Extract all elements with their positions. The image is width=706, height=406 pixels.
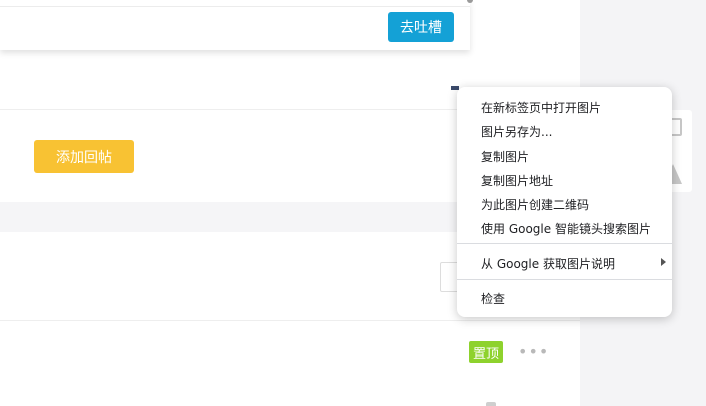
divider bbox=[0, 6, 470, 7]
menu-separator bbox=[457, 279, 672, 280]
menu-item-copy-image-address[interactable]: 复制图片地址 bbox=[481, 172, 666, 189]
top-card: 去吐槽 bbox=[0, 0, 470, 50]
tucao-button[interactable]: 去吐槽 bbox=[388, 12, 454, 42]
menu-item-get-image-description[interactable]: 从 Google 获取图片说明 bbox=[481, 255, 666, 272]
chevron-right-icon bbox=[661, 258, 666, 266]
menu-item-inspect[interactable]: 检查 bbox=[481, 290, 666, 307]
menu-item-save-image-as[interactable]: 图片另存为... bbox=[481, 123, 666, 140]
scroll-indicator bbox=[467, 0, 473, 3]
menu-item-google-lens-search[interactable]: 使用 Google 智能镜头搜索图片 bbox=[481, 220, 666, 237]
add-reply-button[interactable]: 添加回帖 bbox=[34, 140, 134, 173]
menu-item-open-image-new-tab[interactable]: 在新标签页中打开图片 bbox=[481, 99, 666, 116]
context-menu: 在新标签页中打开图片 图片另存为... 复制图片 复制图片地址 为此图片创建二维… bbox=[457, 87, 672, 317]
menu-item-copy-image[interactable]: 复制图片 bbox=[481, 148, 666, 165]
menu-separator bbox=[457, 243, 672, 244]
divider bbox=[0, 320, 580, 321]
scroll-indicator bbox=[486, 402, 496, 406]
pinned-badge: 置顶 bbox=[469, 341, 503, 363]
more-dots-icon[interactable]: ••• bbox=[518, 342, 549, 361]
menu-item-create-qr-code[interactable]: 为此图片创建二维码 bbox=[481, 196, 666, 213]
